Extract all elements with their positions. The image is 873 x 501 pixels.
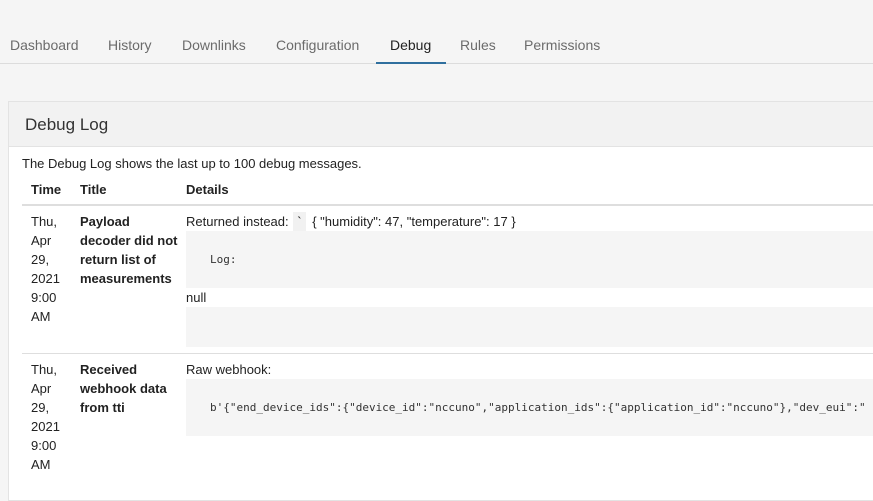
log-label: Log: bbox=[210, 253, 237, 266]
tab-history[interactable]: History bbox=[108, 37, 152, 53]
time-part: 2021 bbox=[31, 271, 60, 286]
returned-value: { "humidity": 47, "temperature": 17 } bbox=[312, 214, 516, 229]
column-header-title: Title bbox=[80, 182, 107, 197]
debug-log-intro: The Debug Log shows the last up to 100 d… bbox=[22, 156, 362, 171]
table-row-1-time: Thu, Apr 29, 2021 9:00 AM bbox=[31, 212, 75, 326]
time-part: 2021 bbox=[31, 419, 60, 434]
inline-code-tick: ` bbox=[293, 212, 306, 231]
debug-log-card: Debug Log The Debug Log shows the last u… bbox=[8, 101, 873, 501]
tab-downlinks[interactable]: Downlinks bbox=[182, 37, 246, 53]
time-part: AM bbox=[31, 457, 51, 472]
tab-rules[interactable]: Rules bbox=[460, 37, 496, 53]
table-row-1-title: Payload decoder did not return list of m… bbox=[80, 214, 178, 286]
table-row-2-title: Received webhook data from tti bbox=[80, 362, 167, 415]
time-part: Apr bbox=[31, 381, 52, 396]
time-part: 29, bbox=[31, 252, 50, 267]
log-code-block: Log: bbox=[186, 231, 873, 288]
detail-prefix: Returned instead: bbox=[186, 214, 289, 229]
null-value: null bbox=[186, 290, 207, 305]
time-part: AM bbox=[31, 309, 51, 324]
card-header: Debug Log bbox=[9, 102, 873, 147]
active-tab-indicator bbox=[376, 62, 446, 64]
time-part: 9:00 bbox=[31, 290, 57, 305]
time-part: Thu, bbox=[31, 362, 58, 377]
tab-configuration[interactable]: Configuration bbox=[276, 37, 359, 53]
tab-bar: Dashboard History Downlinks Configuratio… bbox=[0, 0, 873, 64]
webhook-code-block: b'{"end_device_ids":{"device_id":"nccuno… bbox=[186, 379, 873, 436]
time-part: 29, bbox=[31, 400, 50, 415]
tab-permissions[interactable]: Permissions bbox=[524, 37, 600, 53]
tab-debug[interactable]: Debug bbox=[390, 37, 431, 53]
column-header-time: Time bbox=[31, 182, 62, 197]
row-divider bbox=[22, 353, 873, 354]
table-row-1-detail: Returned instead: ` { "humidity": 47, "t… bbox=[186, 212, 516, 231]
time-part: Apr bbox=[31, 233, 52, 248]
null-code-block bbox=[186, 307, 873, 347]
table-row-2-time: Thu, Apr 29, 2021 9:00 AM bbox=[31, 360, 75, 474]
time-part: 9:00 bbox=[31, 438, 57, 453]
header-divider bbox=[22, 204, 873, 206]
tab-dashboard[interactable]: Dashboard bbox=[10, 37, 79, 53]
card-title: Debug Log bbox=[25, 115, 109, 134]
raw-webhook-text: b'{"end_device_ids":{"device_id":"nccuno… bbox=[210, 401, 866, 414]
table-row-2-detail: Raw webhook: bbox=[186, 362, 272, 377]
column-header-details: Details bbox=[186, 182, 229, 197]
time-part: Thu, bbox=[31, 214, 58, 229]
